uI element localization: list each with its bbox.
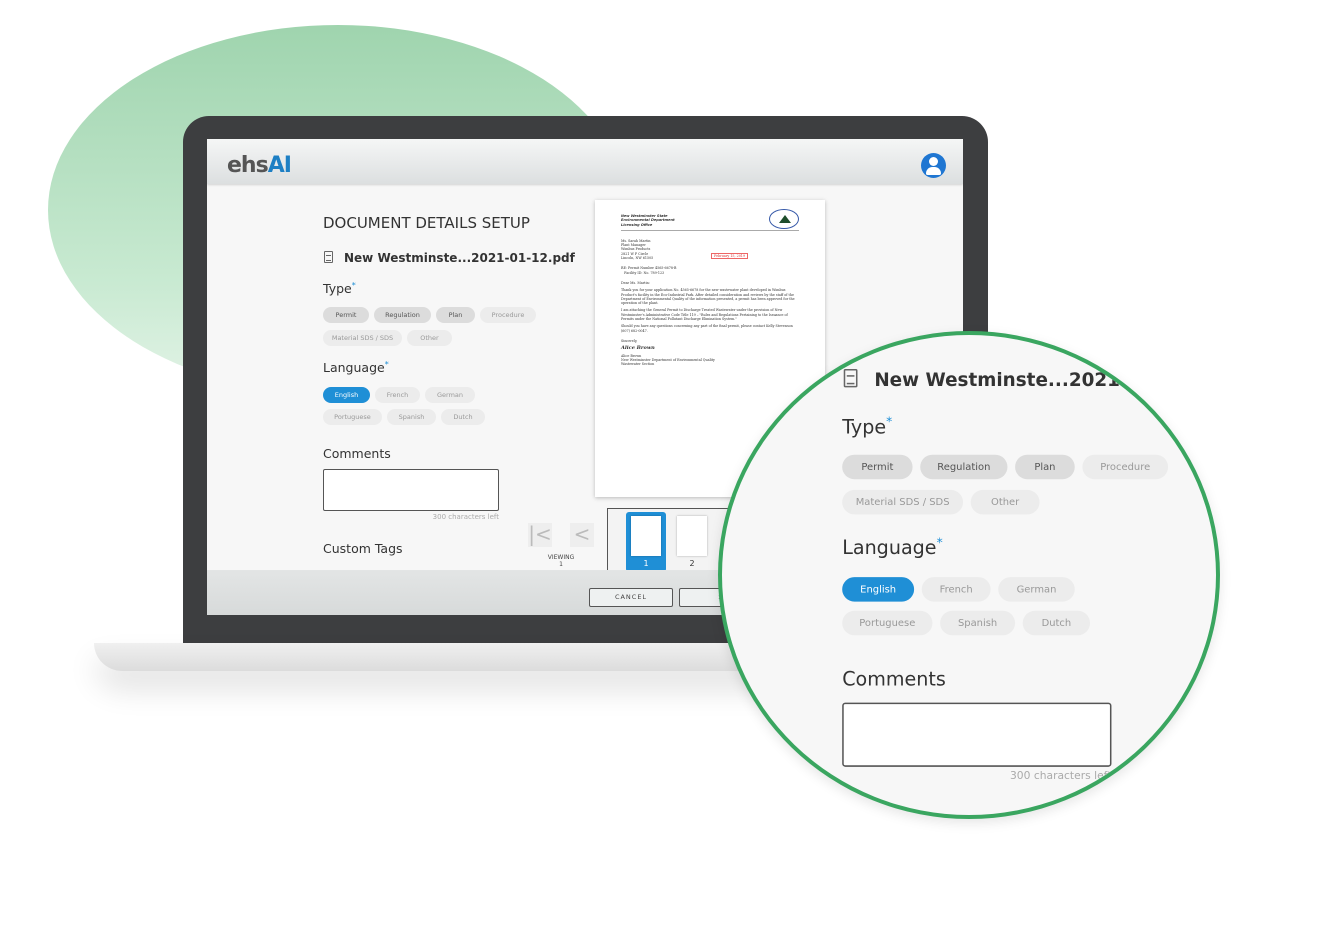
type-chip-permit[interactable]: Permit	[323, 307, 369, 323]
cancel-button[interactable]: CANCEL	[589, 588, 673, 607]
file-name: New Westminste...2021-01-12.pdf	[874, 369, 1220, 391]
language-chip-german[interactable]: German	[998, 577, 1075, 602]
language-label: Language*	[323, 360, 389, 375]
language-chip-dutch[interactable]: Dutch	[1022, 610, 1091, 636]
language-chip-spanish[interactable]: Spanish	[940, 610, 1016, 636]
type-chip-other[interactable]: Other	[407, 330, 452, 346]
language-chip-english[interactable]: English	[323, 387, 370, 403]
language-chip-french[interactable]: French	[375, 387, 420, 403]
file-icon	[324, 251, 333, 263]
type-chip-procedure[interactable]: Procedure	[1082, 454, 1169, 480]
custom-tags-label: Custom Tags	[323, 541, 403, 556]
file-name: New Westminste...2021-01-12.pdf	[344, 251, 575, 265]
type-label: Type*	[842, 414, 893, 438]
type-chip-material-sds[interactable]: Material SDS / SDS	[842, 489, 964, 515]
comments-label: Comments	[323, 446, 391, 461]
type-label: Type*	[323, 281, 356, 296]
custom-tags-label: Custom Tags	[842, 813, 964, 815]
language-chip-portuguese[interactable]: Portuguese	[323, 409, 382, 425]
type-chip-regulation[interactable]: Regulation	[374, 307, 431, 323]
type-chip-regulation[interactable]: Regulation	[920, 454, 1008, 480]
comments-label: Comments	[842, 667, 946, 691]
comments-char-counter: 300 characters left	[1009, 769, 1112, 783]
language-chip-dutch[interactable]: Dutch	[441, 409, 485, 425]
type-chip-plan[interactable]: Plan	[436, 307, 475, 323]
magnifier-callout: DOCUMENT DETAILS SETUP New Westminste...…	[718, 331, 1220, 819]
language-chip-portuguese[interactable]: Portuguese	[842, 610, 933, 636]
language-label: Language*	[842, 535, 943, 559]
page-title: DOCUMENT DETAILS SETUP	[323, 214, 530, 232]
comments-char-counter: 300 characters left	[432, 513, 499, 521]
language-chip-french[interactable]: French	[921, 577, 991, 602]
type-chip-procedure[interactable]: Procedure	[480, 307, 536, 323]
language-chip-spanish[interactable]: Spanish	[387, 409, 436, 425]
type-chip-material-sds[interactable]: Material SDS / SDS	[323, 330, 402, 346]
comments-textarea[interactable]	[323, 469, 499, 511]
type-chip-other[interactable]: Other	[970, 489, 1040, 515]
language-chip-english[interactable]: English	[842, 577, 915, 602]
language-chip-german[interactable]: German	[425, 387, 475, 403]
type-chip-plan[interactable]: Plan	[1015, 454, 1075, 480]
file-icon	[843, 369, 858, 388]
type-chip-permit[interactable]: Permit	[842, 454, 913, 480]
comments-textarea[interactable]	[842, 702, 1112, 767]
